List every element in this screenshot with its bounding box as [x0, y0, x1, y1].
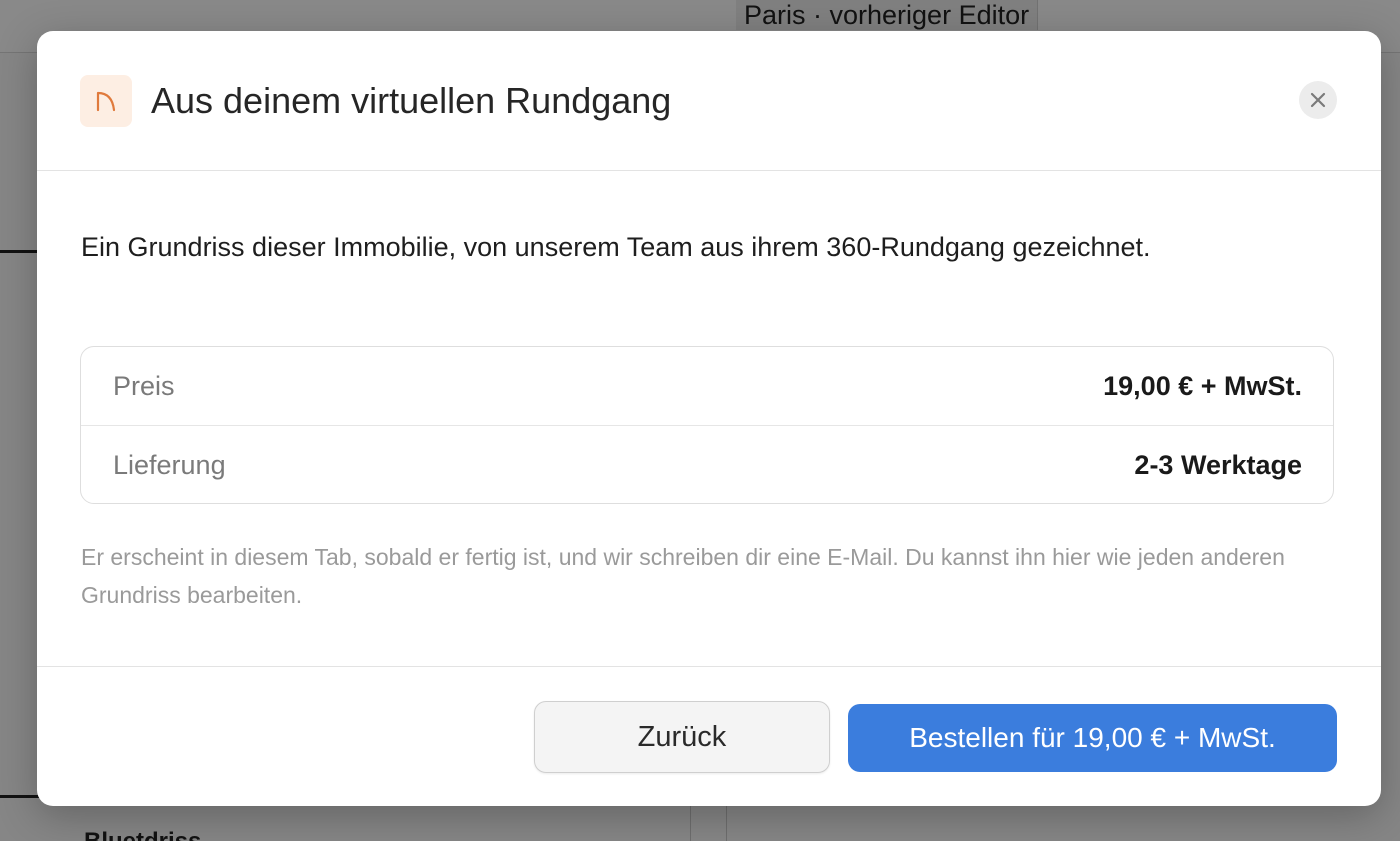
- dialog-title: Aus deinem virtuellen Rundgang: [151, 80, 672, 121]
- order-button[interactable]: Bestellen für 19,00 € + MwSt.: [848, 704, 1337, 772]
- close-button[interactable]: [1299, 81, 1337, 119]
- price-value: 19,00 € + MwSt.: [1103, 370, 1302, 401]
- floorplan-arc-icon: [80, 75, 132, 127]
- dialog-footer: Zurück Bestellen für 19,00 € + MwSt.: [37, 666, 1381, 806]
- details-table: Preis 19,00 € + MwSt. Lieferung 2-3 Werk…: [80, 346, 1334, 504]
- order-floorplan-dialog: Aus deinem virtuellen Rundgang Ein Grund…: [37, 31, 1381, 806]
- delivery-value: 2-3 Werktage: [1134, 450, 1302, 480]
- details-row-price: Preis 19,00 € + MwSt.: [81, 347, 1333, 426]
- delivery-label: Lieferung: [113, 450, 226, 480]
- dialog-description: Ein Grundriss dieser Immobilie, von unse…: [81, 232, 1151, 262]
- details-row-delivery: Lieferung 2-3 Werktage: [81, 426, 1333, 505]
- back-button[interactable]: Zurück: [534, 701, 830, 773]
- dialog-header: Aus deinem virtuellen Rundgang: [37, 31, 1381, 171]
- dialog-note: Er erscheint in diesem Tab, sobald er fe…: [81, 544, 1285, 608]
- price-label: Preis: [113, 370, 175, 401]
- close-icon: [1310, 92, 1326, 108]
- dialog-body: Ein Grundriss dieser Immobilie, von unse…: [37, 171, 1381, 666]
